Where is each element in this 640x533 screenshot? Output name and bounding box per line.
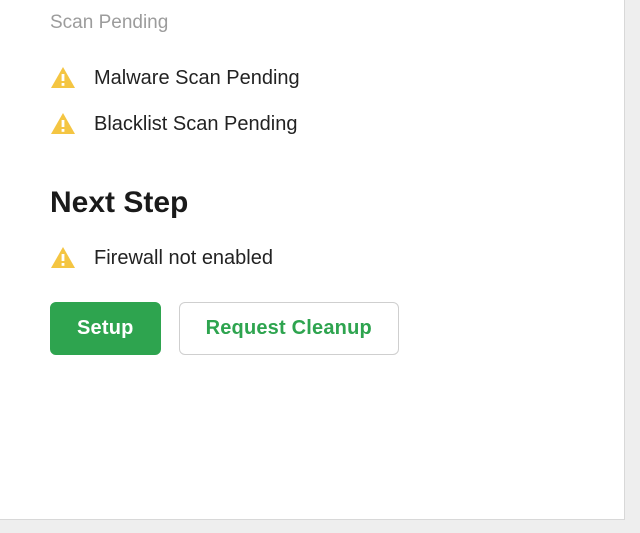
list-item: Malware Scan Pending	[50, 66, 574, 90]
status-item-label: Blacklist Scan Pending	[94, 113, 297, 136]
action-button-row: Setup Request Cleanup	[50, 302, 574, 355]
firewall-status-row: Firewall not enabled	[50, 246, 574, 270]
firewall-status-label: Firewall not enabled	[94, 247, 273, 270]
next-step-heading: Next Step	[50, 186, 574, 220]
list-item: Blacklist Scan Pending	[50, 112, 574, 136]
warning-icon	[50, 246, 76, 270]
warning-icon	[50, 66, 76, 90]
security-panel: Scan Pending Malware Scan Pending Black	[0, 0, 625, 520]
setup-button[interactable]: Setup	[50, 302, 161, 355]
scan-status-list: Malware Scan Pending Blacklist Scan Pend…	[50, 66, 574, 136]
scan-status-subtitle: Scan Pending	[50, 12, 574, 34]
request-cleanup-button[interactable]: Request Cleanup	[179, 302, 399, 355]
warning-icon	[50, 112, 76, 136]
status-item-label: Malware Scan Pending	[94, 67, 300, 90]
